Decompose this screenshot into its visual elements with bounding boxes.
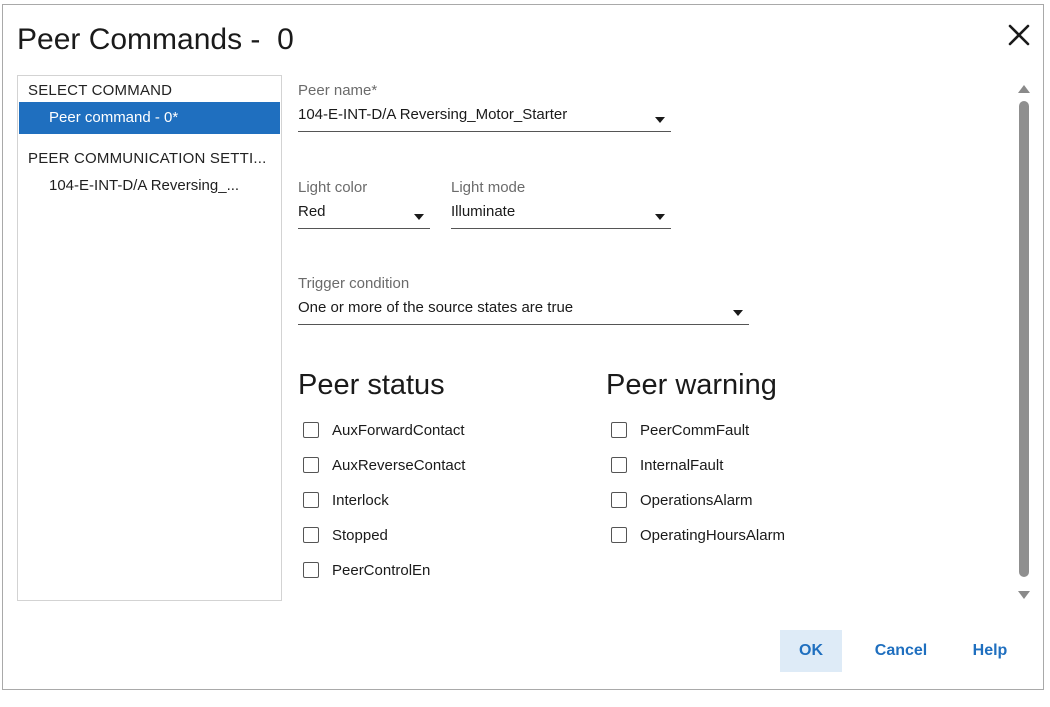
checkbox-box[interactable]	[303, 562, 319, 578]
light-mode-label: Light mode	[451, 179, 526, 196]
help-button[interactable]: Help	[965, 630, 1015, 672]
checkbox-box[interactable]	[611, 527, 627, 543]
peer-commands-dialog: Peer Commands - 0 SELECT COMMAND Peer co…	[2, 4, 1044, 690]
dialog-title: Peer Commands - 0	[17, 23, 294, 56]
light-mode-select[interactable]: Illuminate	[451, 203, 671, 229]
light-color-value: Red	[298, 203, 326, 220]
chevron-down-icon	[655, 117, 665, 123]
nav-item-peer-command-0[interactable]: Peer command - 0*	[19, 102, 280, 134]
checkbox-box[interactable]	[611, 422, 627, 438]
checkbox-operating-hours-alarm[interactable]: OperatingHoursAlarm	[611, 523, 785, 547]
checkbox-label: AuxForwardContact	[332, 421, 465, 439]
checkbox-peer-control-en[interactable]: PeerControlEn	[303, 558, 430, 582]
light-color-select[interactable]: Red	[298, 203, 430, 229]
vertical-scrollbar[interactable]	[1015, 81, 1033, 601]
peer-status-title: Peer status	[298, 369, 445, 401]
close-icon[interactable]	[1007, 23, 1031, 47]
peer-communication-settings-heading: PEER COMMUNICATION SETTI...	[28, 150, 267, 167]
trigger-condition-label: Trigger condition	[298, 275, 410, 292]
checkbox-label: OperationsAlarm	[640, 491, 753, 509]
scroll-thumb[interactable]	[1019, 101, 1029, 577]
checkbox-peer-comm-fault[interactable]: PeerCommFault	[611, 418, 749, 442]
checkbox-label: AuxReverseContact	[332, 456, 466, 474]
checkbox-box[interactable]	[303, 422, 319, 438]
checkbox-label: Stopped	[332, 526, 388, 544]
checkbox-label: PeerControlEn	[332, 561, 431, 579]
checkbox-box[interactable]	[611, 492, 627, 508]
light-mode-value: Illuminate	[451, 203, 516, 220]
cancel-button[interactable]: Cancel	[861, 630, 941, 672]
scroll-up-icon[interactable]	[1018, 85, 1030, 93]
ok-button[interactable]: OK	[780, 630, 842, 672]
checkbox-box[interactable]	[303, 457, 319, 473]
light-color-label: Light color	[298, 179, 368, 196]
checkbox-box[interactable]	[303, 527, 319, 543]
nav-item-peer-settings[interactable]: 104-E-INT-D/A Reversing_...	[19, 170, 280, 202]
peer-warning-title: Peer warning	[606, 369, 777, 401]
peer-name-value: 104-E-INT-D/A Reversing_Motor_Starter	[298, 106, 568, 123]
chevron-down-icon	[655, 214, 665, 220]
checkbox-label: PeerCommFault	[640, 421, 750, 439]
checkbox-box[interactable]	[611, 457, 627, 473]
checkbox-operations-alarm[interactable]: OperationsAlarm	[611, 488, 753, 512]
scroll-down-icon[interactable]	[1018, 591, 1030, 599]
checkbox-label: InternalFault	[640, 456, 724, 474]
command-nav-panel: SELECT COMMAND Peer command - 0* PEER CO…	[17, 75, 282, 601]
peer-name-select[interactable]: 104-E-INT-D/A Reversing_Motor_Starter	[298, 106, 671, 132]
checkbox-box[interactable]	[303, 492, 319, 508]
checkbox-label: OperatingHoursAlarm	[640, 526, 786, 544]
chevron-down-icon	[733, 310, 743, 316]
checkbox-aux-forward-contact[interactable]: AuxForwardContact	[303, 418, 465, 442]
checkbox-aux-reverse-contact[interactable]: AuxReverseContact	[303, 453, 465, 477]
checkbox-interlock[interactable]: Interlock	[303, 488, 389, 512]
chevron-down-icon	[414, 214, 424, 220]
checkbox-internal-fault[interactable]: InternalFault	[611, 453, 723, 477]
trigger-condition-value: One or more of the source states are tru…	[298, 299, 574, 316]
trigger-condition-select[interactable]: One or more of the source states are tru…	[298, 299, 749, 325]
select-command-heading: SELECT COMMAND	[28, 82, 173, 99]
checkbox-stopped[interactable]: Stopped	[303, 523, 388, 547]
checkbox-label: Interlock	[332, 491, 389, 509]
peer-name-label: Peer name*	[298, 82, 378, 99]
